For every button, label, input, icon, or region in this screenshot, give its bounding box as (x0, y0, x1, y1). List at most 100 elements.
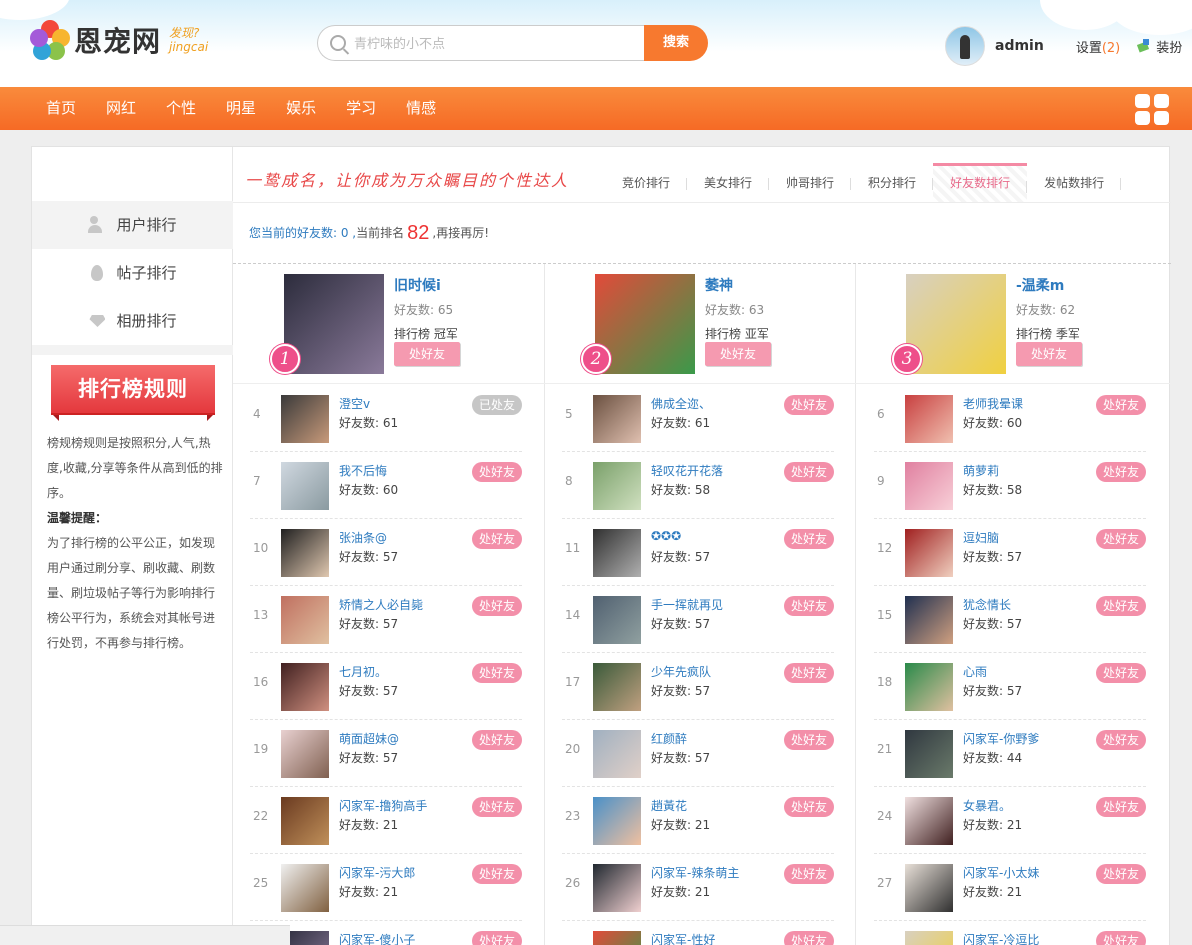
tab-5[interactable]: 发帖数排行 (1027, 163, 1122, 202)
add-friend-button[interactable]: 处好友 (472, 797, 522, 817)
user-avatar[interactable] (905, 864, 953, 912)
user-name[interactable]: 佛成全迩、 (651, 395, 711, 412)
user-name[interactable]: 旧时候i (394, 275, 441, 295)
user-avatar[interactable] (281, 529, 329, 577)
horizontal-scrollbar[interactable] (0, 925, 290, 945)
user-avatar[interactable] (281, 462, 329, 510)
tab-3[interactable]: 积分排行 (851, 163, 934, 202)
user-avatar[interactable] (593, 596, 641, 644)
friended-button[interactable]: 已处友 (472, 395, 522, 415)
user-name[interactable]: 闪家军-傻小子 (339, 931, 415, 945)
nav-item-4[interactable]: 娱乐 (286, 87, 316, 130)
add-friend-button[interactable]: 处好友 (472, 529, 522, 549)
site-logo[interactable]: 恩宠网 发现? jingcai (30, 20, 208, 60)
user-avatar[interactable] (905, 797, 953, 845)
add-friend-button[interactable]: 处好友 (1096, 797, 1146, 817)
add-friend-button[interactable]: 处好友 (1096, 730, 1146, 750)
skin-link[interactable]: 装扮 (1138, 37, 1182, 56)
sidebar-item-album-rank[interactable]: 相册排行 (32, 297, 233, 345)
user-avatar[interactable] (905, 462, 953, 510)
add-friend-button[interactable]: 处好友 (472, 730, 522, 750)
user-avatar[interactable] (593, 730, 641, 778)
add-friend-button[interactable]: 处好友 (472, 596, 522, 616)
user-name[interactable]: 女暴君。 (963, 797, 1011, 814)
add-friend-button[interactable]: 处好友 (1096, 462, 1146, 482)
search-button[interactable]: 搜索 (644, 25, 708, 61)
user-name[interactable]: 红颜醉 (651, 730, 687, 747)
add-friend-button[interactable]: 处好友 (1096, 931, 1146, 945)
username[interactable]: admin (995, 38, 1044, 54)
tab-0[interactable]: 竞价排行 (605, 163, 688, 202)
add-friend-button[interactable]: 处好友 (784, 529, 834, 549)
user-avatar[interactable] (905, 931, 953, 945)
settings-link[interactable]: 设置(2) (1076, 37, 1120, 56)
user-name[interactable]: 心雨 (963, 663, 987, 680)
grid-menu-icon[interactable] (1135, 94, 1171, 126)
user-avatar[interactable] (905, 730, 953, 778)
user-avatar[interactable] (593, 797, 641, 845)
nav-item-1[interactable]: 网红 (106, 87, 136, 130)
user-avatar[interactable] (905, 395, 953, 443)
user-name[interactable]: 澄空v (339, 395, 370, 412)
user-avatar[interactable] (905, 529, 953, 577)
add-friend-button[interactable]: 处好友 (784, 596, 834, 616)
user-avatar[interactable] (281, 395, 329, 443)
user-name[interactable]: ✪✪✪ (651, 529, 681, 543)
user-name[interactable]: 轻叹花开花落 (651, 462, 723, 479)
add-friend-button[interactable]: 处好友 (1016, 342, 1082, 366)
user-avatar[interactable] (593, 864, 641, 912)
nav-item-3[interactable]: 明星 (226, 87, 256, 130)
user-name[interactable]: 萌面超妹@ (339, 730, 399, 747)
user-avatar[interactable] (281, 730, 329, 778)
search-input[interactable] (354, 26, 634, 60)
user-name[interactable]: 闪家军-辣条萌主 (651, 864, 739, 881)
user-name[interactable]: 少年先疯队 (651, 663, 711, 680)
add-friend-button[interactable]: 处好友 (394, 342, 460, 366)
user-name[interactable]: 萌萝莉 (963, 462, 999, 479)
tab-4[interactable]: 好友数排行 (933, 163, 1028, 202)
user-avatar[interactable] (593, 529, 641, 577)
nav-item-2[interactable]: 个性 (166, 87, 196, 130)
add-friend-button[interactable]: 处好友 (784, 663, 834, 683)
add-friend-button[interactable]: 处好友 (1096, 596, 1146, 616)
add-friend-button[interactable]: 处好友 (784, 864, 834, 884)
add-friend-button[interactable]: 处好友 (472, 864, 522, 884)
tab-2[interactable]: 帅哥排行 (769, 163, 852, 202)
user-name[interactable]: 趙黃花 (651, 797, 687, 814)
tab-1[interactable]: 美女排行 (687, 163, 770, 202)
nav-item-5[interactable]: 学习 (346, 87, 376, 130)
user-name[interactable]: 闪家军-性好 (651, 931, 715, 945)
add-friend-button[interactable]: 处好友 (784, 797, 834, 817)
user-avatar[interactable] (905, 663, 953, 711)
sidebar-item-user-rank[interactable]: 用户排行 (32, 201, 233, 249)
user-name[interactable]: 老师我晕课 (963, 395, 1023, 412)
user-avatar[interactable] (281, 663, 329, 711)
user-avatar[interactable] (905, 596, 953, 644)
add-friend-button[interactable]: 处好友 (784, 931, 834, 945)
add-friend-button[interactable]: 处好友 (784, 395, 834, 415)
add-friend-button[interactable]: 处好友 (705, 342, 771, 366)
user-name[interactable]: 七月初。 (339, 663, 387, 680)
user-avatar[interactable] (593, 663, 641, 711)
user-name[interactable]: 闪家军-冷逗比 (963, 931, 1039, 945)
user-avatar[interactable] (945, 26, 985, 66)
user-avatar[interactable] (593, 395, 641, 443)
add-friend-button[interactable]: 处好友 (784, 730, 834, 750)
user-avatar[interactable] (593, 931, 641, 945)
add-friend-button[interactable]: 处好友 (472, 931, 522, 945)
add-friend-button[interactable]: 处好友 (472, 663, 522, 683)
add-friend-button[interactable]: 处好友 (1096, 864, 1146, 884)
nav-item-0[interactable]: 首页 (46, 87, 76, 130)
add-friend-button[interactable]: 处好友 (472, 462, 522, 482)
user-name[interactable]: 闪家军-小太妹 (963, 864, 1039, 881)
sidebar-item-post-rank[interactable]: 帖子排行 (32, 249, 233, 297)
user-name[interactable]: 闪家军-你野爹 (963, 730, 1039, 747)
user-avatar[interactable] (593, 462, 641, 510)
user-name[interactable]: 矫情之人必自毙 (339, 596, 423, 613)
add-friend-button[interactable]: 处好友 (1096, 395, 1146, 415)
user-name[interactable]: -温柔m (1016, 275, 1064, 295)
user-name[interactable]: 犹念情长 (963, 596, 1011, 613)
user-name[interactable]: 手一挥就再见 (651, 596, 723, 613)
user-avatar[interactable] (281, 797, 329, 845)
user-name[interactable]: 张油条@ (339, 529, 387, 546)
